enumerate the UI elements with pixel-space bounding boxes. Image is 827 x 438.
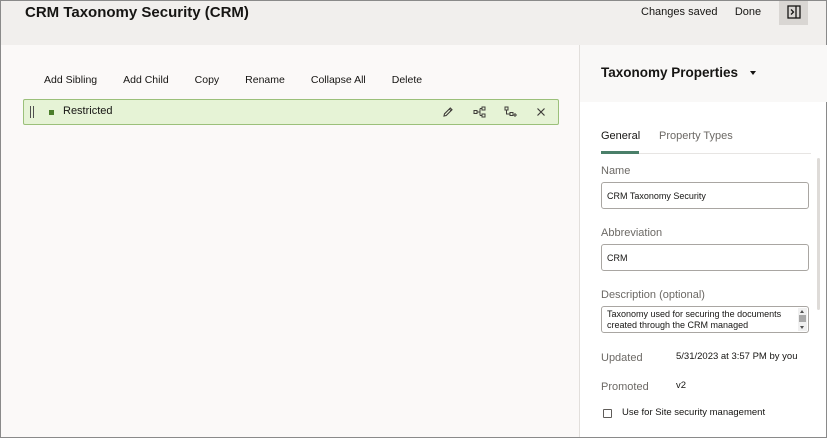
name-label: Name [601, 165, 631, 177]
name-input[interactable] [601, 182, 809, 209]
site-security-checkbox[interactable] [603, 409, 612, 418]
delete-button[interactable]: Delete [379, 71, 435, 89]
tree-node-restricted[interactable]: Restricted [23, 99, 559, 125]
description-text: Taxonomy used for securing the documents… [607, 309, 782, 330]
description-textarea[interactable]: Taxonomy used for securing the documents… [601, 306, 809, 333]
node-label: Restricted [63, 105, 113, 117]
taxonomy-properties-panel: Taxonomy Properties General Property Typ… [579, 45, 827, 437]
rename-button[interactable]: Rename [232, 71, 298, 89]
panel-toggle-button[interactable] [779, 1, 808, 25]
promoted-value: v2 [676, 380, 687, 391]
properties-tabs: General Property Types [601, 130, 811, 154]
promoted-label: Promoted [601, 381, 649, 393]
scroll-thumb[interactable] [799, 315, 806, 322]
properties-title: Taxonomy Properties [601, 65, 739, 80]
panel-scrollbar[interactable] [817, 158, 820, 310]
add-sibling-button[interactable]: Add Sibling [31, 71, 110, 89]
hierarchy-icon[interactable] [471, 104, 487, 120]
abbreviation-input[interactable] [601, 244, 809, 271]
close-icon[interactable] [533, 104, 549, 120]
scroll-up-icon[interactable] [800, 310, 804, 313]
drag-handle-icon[interactable] [30, 106, 34, 118]
page-title: CRM Taxonomy Security (CRM) [25, 4, 249, 21]
save-status: Changes saved [641, 6, 718, 18]
tree-toolbar: Add Sibling Add Child Copy Rename Collap… [31, 71, 435, 89]
caret-down-icon[interactable] [750, 71, 756, 75]
updated-value: 5/31/2023 at 3:57 PM by you [676, 351, 798, 362]
updated-label: Updated [601, 352, 643, 364]
done-button[interactable]: Done [729, 1, 767, 23]
description-scrollbar[interactable] [798, 308, 807, 331]
add-child-button[interactable]: Add Child [110, 71, 182, 89]
pencil-icon[interactable] [440, 104, 456, 120]
properties-header: Taxonomy Properties [580, 45, 827, 102]
taxonomy-tree-pane: Add Sibling Add Child Copy Rename Collap… [1, 45, 579, 437]
collapse-all-button[interactable]: Collapse All [298, 71, 379, 89]
tab-general[interactable]: General [601, 130, 640, 154]
scroll-down-icon[interactable] [800, 326, 804, 329]
node-bullet-icon [49, 110, 54, 115]
copy-button[interactable]: Copy [182, 71, 233, 89]
sidebar-panel-icon [786, 4, 801, 22]
description-label: Description (optional) [601, 289, 705, 301]
add-child-icon[interactable] [502, 104, 518, 120]
abbreviation-label: Abbreviation [601, 227, 663, 239]
app-header: CRM Taxonomy Security (CRM) Changes save… [1, 1, 826, 45]
tab-property-types[interactable]: Property Types [659, 130, 733, 154]
site-security-label[interactable]: Use for Site security management [622, 407, 765, 418]
